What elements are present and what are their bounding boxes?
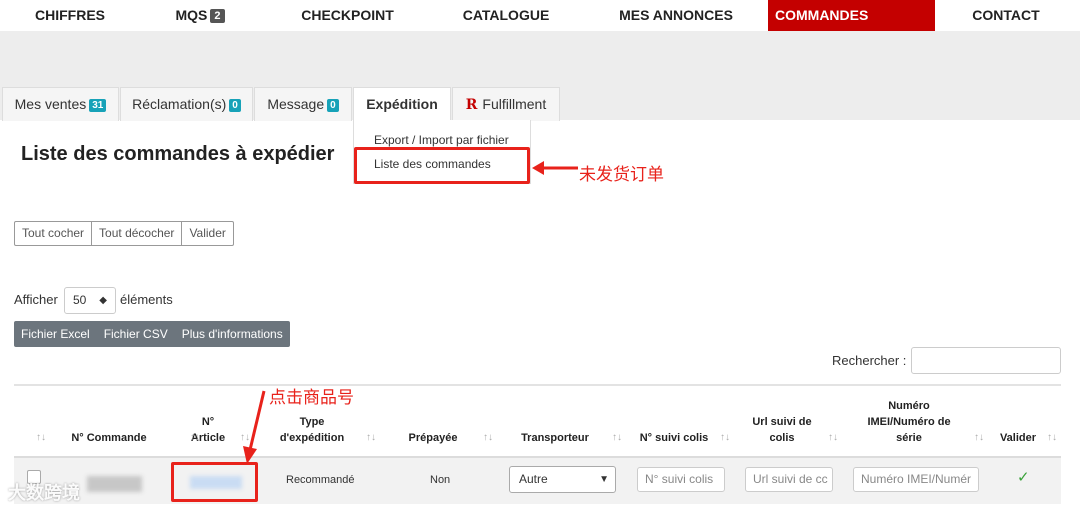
arrow-down-icon [243, 390, 266, 464]
header-prepaid[interactable]: Prépayée [398, 430, 468, 446]
tab-count-badge: 0 [327, 99, 339, 112]
shipping-type-cell: Recommandé [286, 474, 355, 486]
checkmark-icon[interactable]: ✓ [1017, 468, 1030, 486]
header-article-line1[interactable]: N° [180, 414, 236, 430]
tracking-url-input[interactable]: Url suivi de cc [745, 467, 833, 492]
tab-reclamations[interactable]: Réclamation(s) 0 [120, 87, 253, 121]
csv-export-button[interactable]: Fichier CSV [97, 321, 175, 347]
search-label: Rechercher : [832, 353, 907, 368]
header-url-line1[interactable]: Url suivi de [746, 414, 818, 430]
header-imei-line3[interactable]: série [853, 430, 965, 446]
annotation-click-article: 点击商品号 [269, 388, 354, 408]
page-title: Liste des commandes à expédier [21, 143, 335, 165]
more-info-button[interactable]: Plus d'informations [175, 321, 290, 347]
header-type-line2[interactable]: d'expédition [270, 430, 354, 446]
tracking-number-input[interactable]: N° suivi colis [637, 467, 725, 492]
tab-label: Mes ventes [14, 96, 87, 112]
mqs-badge: 2 [210, 9, 225, 23]
header-article-line2[interactable]: Article [180, 430, 236, 446]
sort-icon[interactable]: ↑↓ [483, 432, 493, 443]
top-navigation: CHIFFRES MQS 2 CHECKPOINT CATALOGUE MES A… [0, 0, 1080, 31]
search-input[interactable] [911, 347, 1061, 374]
page-length-select[interactable]: 50 ◆ [64, 287, 116, 314]
sort-icon[interactable]: ↑↓ [828, 432, 838, 443]
header-carrier[interactable]: Transporteur [511, 430, 599, 446]
nav-commandes[interactable]: COMMANDES [768, 0, 935, 31]
nav-mes-annonces[interactable]: MES ANNONCES [610, 0, 742, 31]
tab-message[interactable]: Message 0 [254, 87, 352, 121]
tab-fulfillment[interactable]: R Fulfillment [452, 87, 560, 121]
highlight-box-menu [354, 147, 530, 184]
header-imei-line1[interactable]: Numéro [853, 398, 965, 414]
carrier-select[interactable]: Autre ▼ [509, 466, 616, 493]
length-suffix: éléments [120, 292, 173, 307]
excel-export-button[interactable]: Fichier Excel [14, 321, 97, 347]
highlight-box-article [171, 462, 258, 502]
annotation-unshipped: 未发货订单 [579, 165, 664, 185]
tab-label: Réclamation(s) [132, 96, 227, 112]
sort-icon[interactable]: ↑↓ [974, 432, 984, 443]
sort-icon[interactable]: ↑↓ [1047, 432, 1057, 443]
check-all-button[interactable]: Tout cocher [15, 222, 93, 245]
carrier-value: Autre [519, 472, 548, 486]
arrow-left-icon [532, 161, 578, 175]
order-number-redacted[interactable] [87, 476, 142, 492]
nav-catalogue[interactable]: CATALOGUE [455, 0, 557, 31]
sort-icon[interactable]: ↑↓ [612, 432, 622, 443]
sort-icon[interactable]: ↑↓ [36, 432, 46, 443]
header-validate[interactable]: Valider [996, 430, 1040, 446]
tab-count-badge: 0 [229, 99, 241, 112]
header-type-line1[interactable]: Type [270, 414, 354, 430]
chevron-down-icon: ▼ [599, 474, 609, 485]
r-logo-icon: R [465, 97, 478, 113]
nav-checkpoint[interactable]: CHECKPOINT [290, 0, 405, 31]
tab-label: Message [267, 96, 325, 112]
sort-icon[interactable]: ↑↓ [720, 432, 730, 443]
header-band [0, 31, 1080, 88]
table-top-border [14, 384, 1061, 386]
sub-tabs: Mes ventes 31 Réclamation(s) 0 Message 0 Ex… [0, 87, 1080, 122]
sort-icon[interactable]: ↑↓ [190, 432, 200, 443]
header-order-number[interactable]: N° Commande [66, 430, 152, 446]
header-tracking[interactable]: N° suivi colis [636, 430, 712, 446]
nav-mqs-label: MQS [175, 7, 208, 23]
menu-item-export-import[interactable]: Export / Import par fichier [374, 133, 509, 147]
tab-count-badge: 31 [89, 99, 107, 112]
prepaid-cell: Non [430, 474, 451, 486]
uncheck-all-button[interactable]: Tout décocher [92, 222, 183, 245]
header-url-line2[interactable]: colis [746, 430, 818, 446]
export-button-group: Fichier Excel Fichier CSV Plus d'informa… [14, 321, 290, 347]
page-length-value: 50 [73, 293, 87, 307]
nav-mqs[interactable]: MQS 2 [160, 0, 240, 31]
updown-caret-icon: ◆ [99, 295, 107, 306]
validate-button[interactable]: Valider [182, 222, 232, 245]
watermark-logo: 大数跨境 [8, 483, 80, 503]
tab-label: Fulfillment [482, 96, 547, 112]
bulk-action-group: Tout cocher Tout décocher Valider [14, 221, 234, 246]
imei-input[interactable]: Numéro IMEI/Numér [853, 467, 979, 492]
length-prefix: Afficher [14, 292, 58, 307]
header-imei-line2[interactable]: IMEI/Numéro de [853, 414, 965, 430]
tab-expedition[interactable]: Expédition [353, 87, 451, 122]
sort-icon[interactable]: ↑↓ [366, 432, 376, 443]
tab-mes-ventes[interactable]: Mes ventes 31 [2, 87, 119, 121]
nav-chiffres[interactable]: CHIFFRES [20, 0, 120, 31]
nav-contact[interactable]: CONTACT [960, 0, 1052, 31]
